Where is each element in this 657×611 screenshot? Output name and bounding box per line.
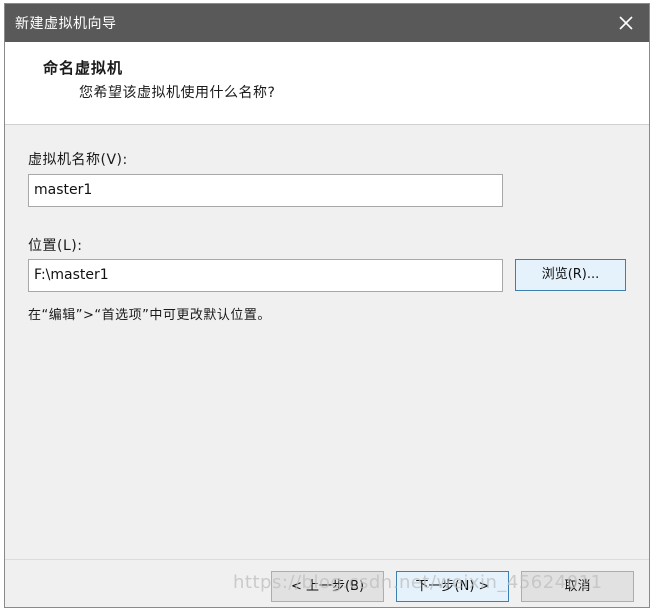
wizard-header: 命名虚拟机 您希望该虚拟机使用什么名称? xyxy=(5,42,649,125)
location-input[interactable]: F:\master1 xyxy=(28,259,503,292)
page-subtitle: 您希望该虚拟机使用什么名称? xyxy=(79,85,276,101)
location-label: 位置(L): xyxy=(28,238,83,254)
window-title: 新建虚拟机向导 xyxy=(15,16,117,32)
title-bar[interactable]: 新建虚拟机向导 xyxy=(5,4,649,42)
cancel-button[interactable]: 取消 xyxy=(521,571,634,602)
vm-name-label: 虚拟机名称(V): xyxy=(28,152,128,168)
new-vm-wizard-dialog: 新建虚拟机向导 命名虚拟机 您希望该虚拟机使用什么名称? 虚拟机名称(V): m… xyxy=(4,3,650,608)
vm-name-input[interactable]: master1 xyxy=(28,174,503,207)
browse-button[interactable]: 浏览(R)... xyxy=(515,259,626,291)
footer-divider xyxy=(5,559,649,560)
next-button[interactable]: 下一步(N) > xyxy=(396,571,509,602)
close-icon xyxy=(619,16,633,30)
page-title: 命名虚拟机 xyxy=(43,59,124,77)
back-button[interactable]: < 上一步(B) xyxy=(271,571,384,602)
close-button[interactable] xyxy=(613,10,639,36)
location-hint: 在“编辑”>“首选项”中可更改默认位置。 xyxy=(28,308,271,323)
